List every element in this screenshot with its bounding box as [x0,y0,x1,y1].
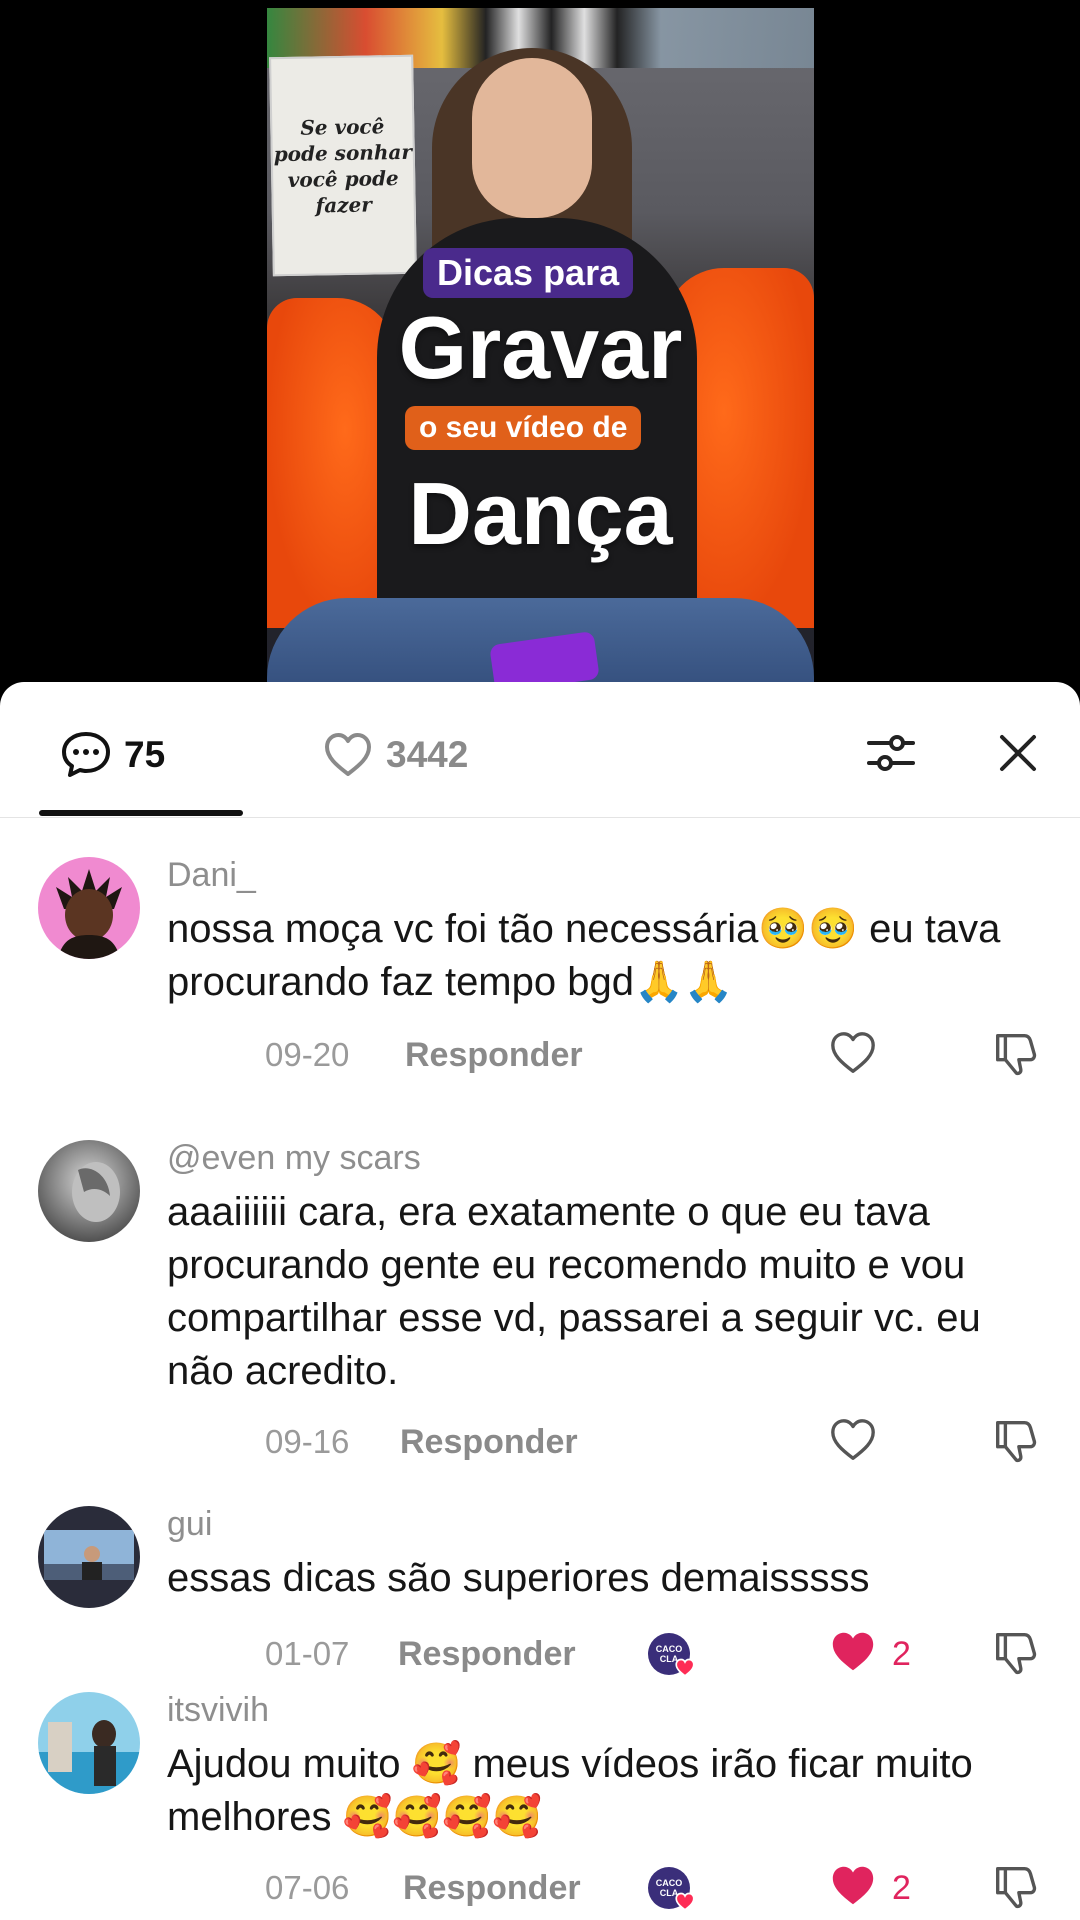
like-button[interactable] [828,1025,878,1085]
avatar[interactable] [38,1140,140,1242]
dislike-button[interactable] [990,1412,1040,1472]
heart-icon [828,1627,878,1682]
dislike-button[interactable] [990,1025,1040,1085]
like-button[interactable]: 2 [828,1858,911,1918]
person-face [472,58,592,218]
comment-date: 07-06 [265,1869,350,1906]
comment-username[interactable]: gui [167,1504,212,1544]
comments-sheet: 75 3442 Dani_ nossa moça vc foi tão nece… [0,682,1080,1920]
reply-button[interactable]: Responder [398,1624,576,1684]
comment-item: gui essas dicas são superiores demaissss… [0,1504,1080,1677]
comment-item: itsvivih Ajudou muito 🥰 meus vídeos irão… [0,1690,1080,1912]
like-button[interactable]: 2 [828,1624,911,1684]
heart-icon [322,729,374,781]
comment-icon [60,729,112,781]
heart-icon [828,1028,878,1083]
reply-button[interactable]: Responder [400,1412,578,1472]
comment-actions: 09-20 Responder [0,1025,1080,1085]
likes-count: 3442 [386,734,469,775]
close-button[interactable] [988,725,1048,785]
comment-text: aaaiiiiii cara, era exatamente o que eu … [167,1190,981,1393]
dislike-icon [990,1627,1040,1682]
comment-text: nossa moça vc foi tão necessária🥹🥹 eu ta… [167,907,1001,1004]
video-caption-line-3: o seu vídeo de [405,406,642,450]
comment-username[interactable]: itsvivih [167,1690,269,1730]
comment-item: Dani_ nossa moça vc foi tão necessária🥹🥹… [0,855,1080,1075]
heart-icon [828,1861,878,1916]
reply-button[interactable]: Responder [403,1858,581,1918]
dislike-button[interactable] [990,1858,1040,1918]
reply-button[interactable]: Responder [405,1025,583,1085]
video-caption-line-2: Gravar [398,298,683,397]
dislike-button[interactable] [990,1624,1040,1684]
heart-icon [674,1891,696,1913]
comment-date: 09-20 [265,1036,350,1073]
comment-actions: 07-06 Responder CACO CLA 2 [0,1858,1080,1918]
avatar[interactable] [38,1692,140,1794]
comments-count: 75 [124,734,166,775]
comment-username[interactable]: @even my scars [167,1138,421,1178]
heart-icon [828,1415,878,1470]
comment-actions: 09-16 Responder [0,1412,1080,1472]
tab-likes[interactable]: 3442 [322,727,468,783]
poster-text: Se você pode sonhar você pode fazer [273,113,413,217]
dislike-icon [990,1415,1040,1470]
dislike-icon [990,1028,1040,1083]
like-count: 2 [892,1868,911,1907]
active-tab-indicator [39,810,243,816]
filter-button[interactable] [861,725,921,785]
heart-icon [674,1657,696,1679]
comment-username[interactable]: Dani_ [167,855,256,895]
like-button[interactable] [828,1412,878,1472]
video-caption-line-1: Dicas para [423,248,634,298]
tab-comments[interactable]: 75 [60,727,165,783]
filter-icon [865,727,917,784]
comment-text: Ajudou muito 🥰 meus vídeos irão ficar mu… [167,1742,973,1839]
avatar[interactable] [38,857,140,959]
comment-actions: 01-07 Responder CACO CLA 2 [0,1624,1080,1684]
video-player[interactable]: Se você pode sonhar você pode fazer Dica… [267,8,814,688]
comment-date: 01-07 [265,1635,350,1672]
comments-header: 75 3442 [0,682,1080,818]
comment-text: essas dicas são superiores demaisssss [167,1556,870,1600]
wall-poster: Se você pode sonhar você pode fazer [269,54,417,277]
close-icon [996,731,1040,780]
dislike-icon [990,1861,1040,1916]
avatar[interactable] [38,1506,140,1608]
comment-item: @even my scars aaaiiiiii cara, era exata… [0,1138,1080,1462]
comment-date: 09-16 [265,1423,350,1460]
like-count: 2 [892,1634,911,1673]
creator-liked-badge: CACO CLA [648,1633,695,1677]
creator-liked-badge: CACO CLA [648,1867,695,1911]
video-caption-line-4: Dança [408,464,673,563]
